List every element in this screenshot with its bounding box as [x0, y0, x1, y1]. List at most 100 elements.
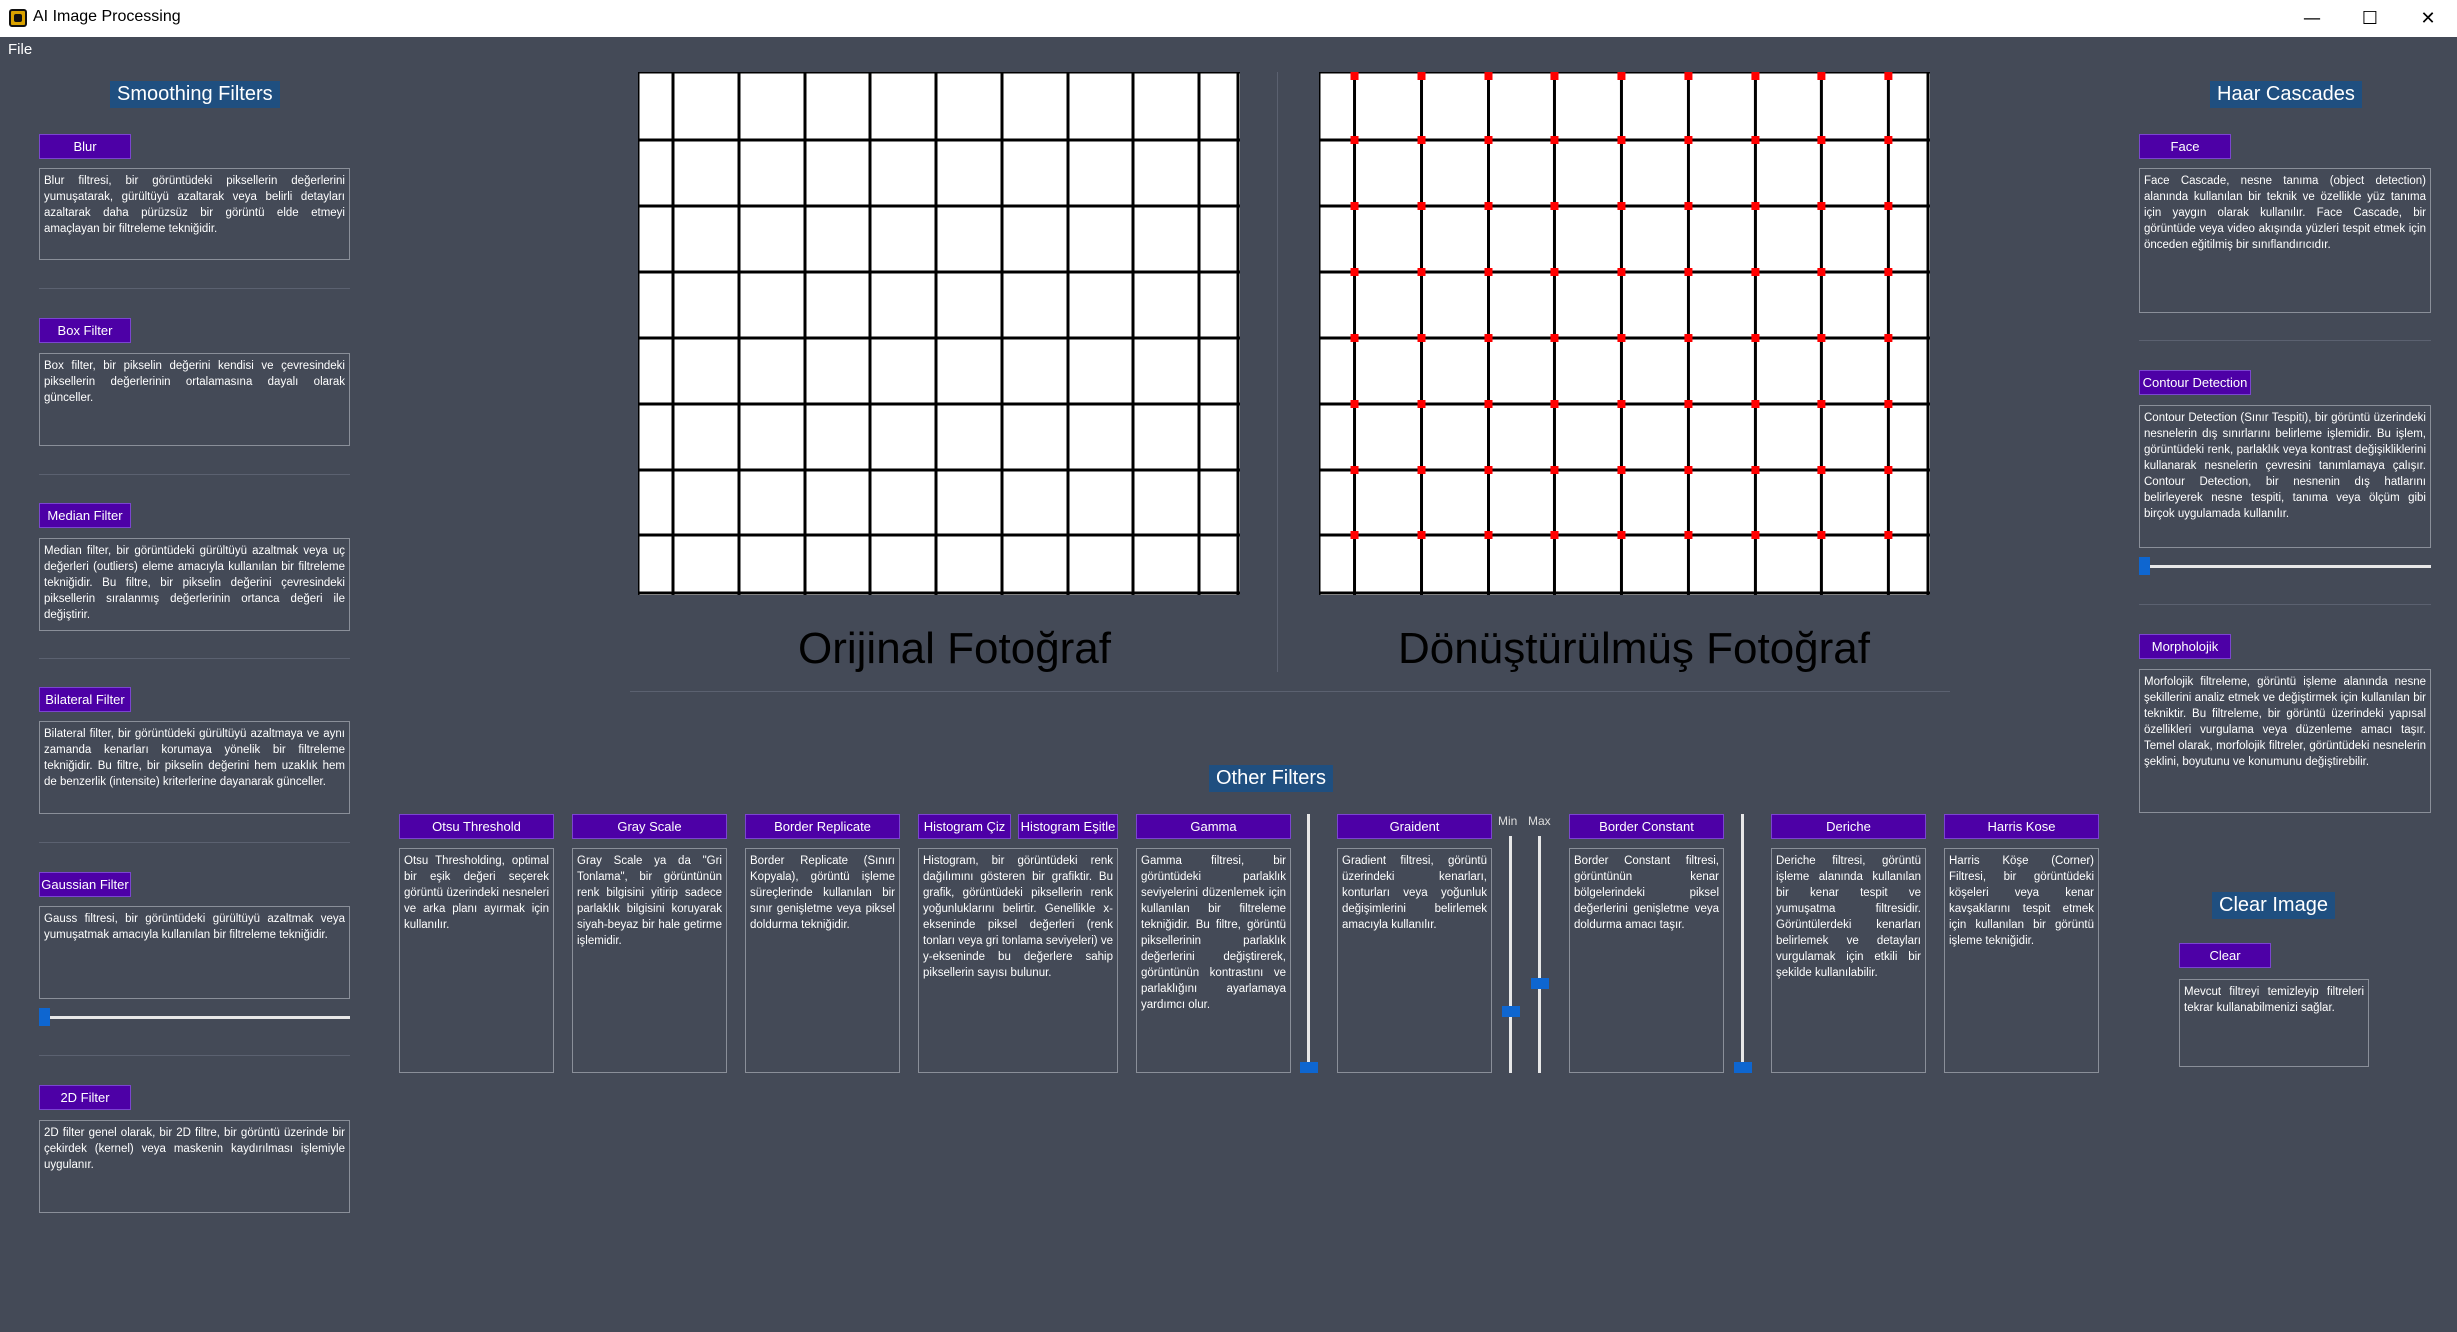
gaussian-slider[interactable]	[39, 1007, 350, 1027]
separator	[2139, 340, 2431, 341]
other-filters-title: Other Filters	[1209, 765, 1334, 792]
haar-cascades-title: Haar Cascades	[2210, 81, 2362, 108]
close-button[interactable]: ✕	[2399, 0, 2457, 37]
slider-handle[interactable]	[39, 1008, 50, 1026]
morph-description: Morfolojik filtreleme, görüntü işleme al…	[2139, 669, 2431, 813]
corner-marker	[1684, 202, 1693, 210]
corner-marker	[1884, 72, 1893, 80]
corner-marker	[1817, 466, 1826, 474]
gamma-slider[interactable]	[1299, 814, 1319, 1073]
corner-marker	[1417, 136, 1426, 144]
corner-marker	[1617, 466, 1626, 474]
corner-marker	[1484, 202, 1493, 210]
corner-marker	[1417, 400, 1426, 408]
deriche-button[interactable]: Deriche	[1771, 814, 1926, 839]
clear-button[interactable]: Clear	[2179, 943, 2271, 968]
original-image	[636, 70, 1240, 595]
slider-handle[interactable]	[2139, 557, 2150, 575]
slider-track	[1538, 836, 1541, 1073]
border-replicate-button[interactable]: Border Replicate	[745, 814, 900, 839]
slider-track	[39, 1016, 350, 1019]
gradient-max-slider[interactable]	[1530, 836, 1550, 1073]
gamma-button[interactable]: Gamma	[1136, 814, 1291, 839]
corner-marker	[1751, 400, 1760, 408]
corner-marker	[1417, 72, 1426, 80]
corner-marker	[1350, 136, 1359, 144]
minimize-button[interactable]: —	[2283, 0, 2341, 37]
contour-slider[interactable]	[2139, 556, 2431, 576]
corner-marker	[1550, 466, 1559, 474]
box-filter-button[interactable]: Box Filter	[39, 318, 131, 343]
corner-marker	[1817, 136, 1826, 144]
maximize-button[interactable]: ☐	[2341, 0, 2399, 37]
blur-description: Blur filtresi, bir görüntüdeki pikseller…	[39, 168, 350, 260]
corner-marker	[1884, 268, 1893, 276]
corner-marker	[1417, 531, 1426, 539]
corner-marker	[1617, 136, 1626, 144]
corner-marker	[1417, 334, 1426, 342]
corner-marker	[1884, 202, 1893, 210]
contour-detection-button[interactable]: Contour Detection	[2139, 370, 2251, 395]
blur-button[interactable]: Blur	[39, 134, 131, 159]
menu-bar: File	[0, 37, 2457, 63]
corner-marker	[1484, 334, 1493, 342]
corner-marker	[1350, 268, 1359, 276]
border-constant-description: Border Constant filtresi, görüntünün ken…	[1569, 848, 1724, 1073]
otsu-threshold-button[interactable]: Otsu Threshold	[399, 814, 554, 839]
corner-marker	[1817, 400, 1826, 408]
corner-marker	[1617, 531, 1626, 539]
corner-marker	[1417, 466, 1426, 474]
bilateral-filter-button[interactable]: Bilateral Filter	[39, 687, 131, 712]
face-button[interactable]: Face	[2139, 134, 2231, 159]
clear-description: Mevcut filtreyi temizleyip filtreleri te…	[2179, 979, 2369, 1067]
transformed-image	[1317, 70, 1930, 595]
slider-track	[1307, 814, 1310, 1073]
menu-file[interactable]: File	[8, 41, 32, 58]
slider-handle[interactable]	[1531, 978, 1549, 990]
corner-marker	[1684, 72, 1693, 80]
median-filter-button[interactable]: Median Filter	[39, 503, 131, 528]
slider-handle[interactable]	[1502, 1005, 1520, 1017]
corner-marker	[1550, 202, 1559, 210]
title-bar: AI Image Processing — ☐ ✕	[0, 0, 2457, 37]
separator	[2139, 604, 2431, 605]
border-constant-button[interactable]: Border Constant	[1569, 814, 1724, 839]
slider-track	[1509, 836, 1512, 1073]
gray-scale-description: Gray Scale ya da "Gri Tonlama", bir görü…	[572, 848, 727, 1073]
slider-handle[interactable]	[1734, 1062, 1752, 1073]
corner-marker	[1817, 202, 1826, 210]
gradient-min-slider[interactable]	[1501, 836, 1521, 1073]
gray-scale-button[interactable]: Gray Scale	[572, 814, 727, 839]
box-filter-description: Box filter, bir pikselin değerini kendis…	[39, 353, 350, 446]
corner-marker	[1884, 466, 1893, 474]
harris-kose-button[interactable]: Harris Kose	[1944, 814, 2099, 839]
corner-marker	[1350, 334, 1359, 342]
gradient-button[interactable]: Graident	[1337, 814, 1492, 839]
corner-marker	[1550, 72, 1559, 80]
corner-marker	[1617, 72, 1626, 80]
gaussian-filter-button[interactable]: Gaussian Filter	[39, 872, 131, 897]
corner-marker	[1751, 268, 1760, 276]
corner-marker	[1684, 268, 1693, 276]
morpholojik-button[interactable]: Morpholojik	[2139, 634, 2231, 659]
corner-marker	[1550, 334, 1559, 342]
bilateral-filter-description: Bilateral filter, bir görüntüdeki gürült…	[39, 721, 350, 814]
corner-marker	[1684, 400, 1693, 408]
corner-marker	[1484, 72, 1493, 80]
window-title: AI Image Processing	[33, 8, 181, 25]
corner-marker	[1617, 268, 1626, 276]
slider-handle[interactable]	[1300, 1062, 1318, 1073]
gradient-min-label: Min	[1498, 814, 1518, 828]
gradient-description: Gradient filtresi, görüntü üzerindeki ke…	[1337, 848, 1492, 1073]
corner-marker	[1884, 531, 1893, 539]
histogram-equalize-button[interactable]: Histogram Eşitle	[1018, 814, 1118, 839]
border-constant-slider[interactable]	[1733, 814, 1753, 1073]
corner-marker	[1350, 202, 1359, 210]
2d-filter-button[interactable]: 2D Filter	[39, 1085, 131, 1110]
separator	[39, 658, 350, 659]
histogram-draw-button[interactable]: Histogram Çiz	[918, 814, 1011, 839]
corner-marker	[1550, 531, 1559, 539]
corner-marker	[1350, 400, 1359, 408]
contour-description: Contour Detection (Sınır Tespiti), bir g…	[2139, 405, 2431, 548]
separator	[39, 1055, 350, 1056]
